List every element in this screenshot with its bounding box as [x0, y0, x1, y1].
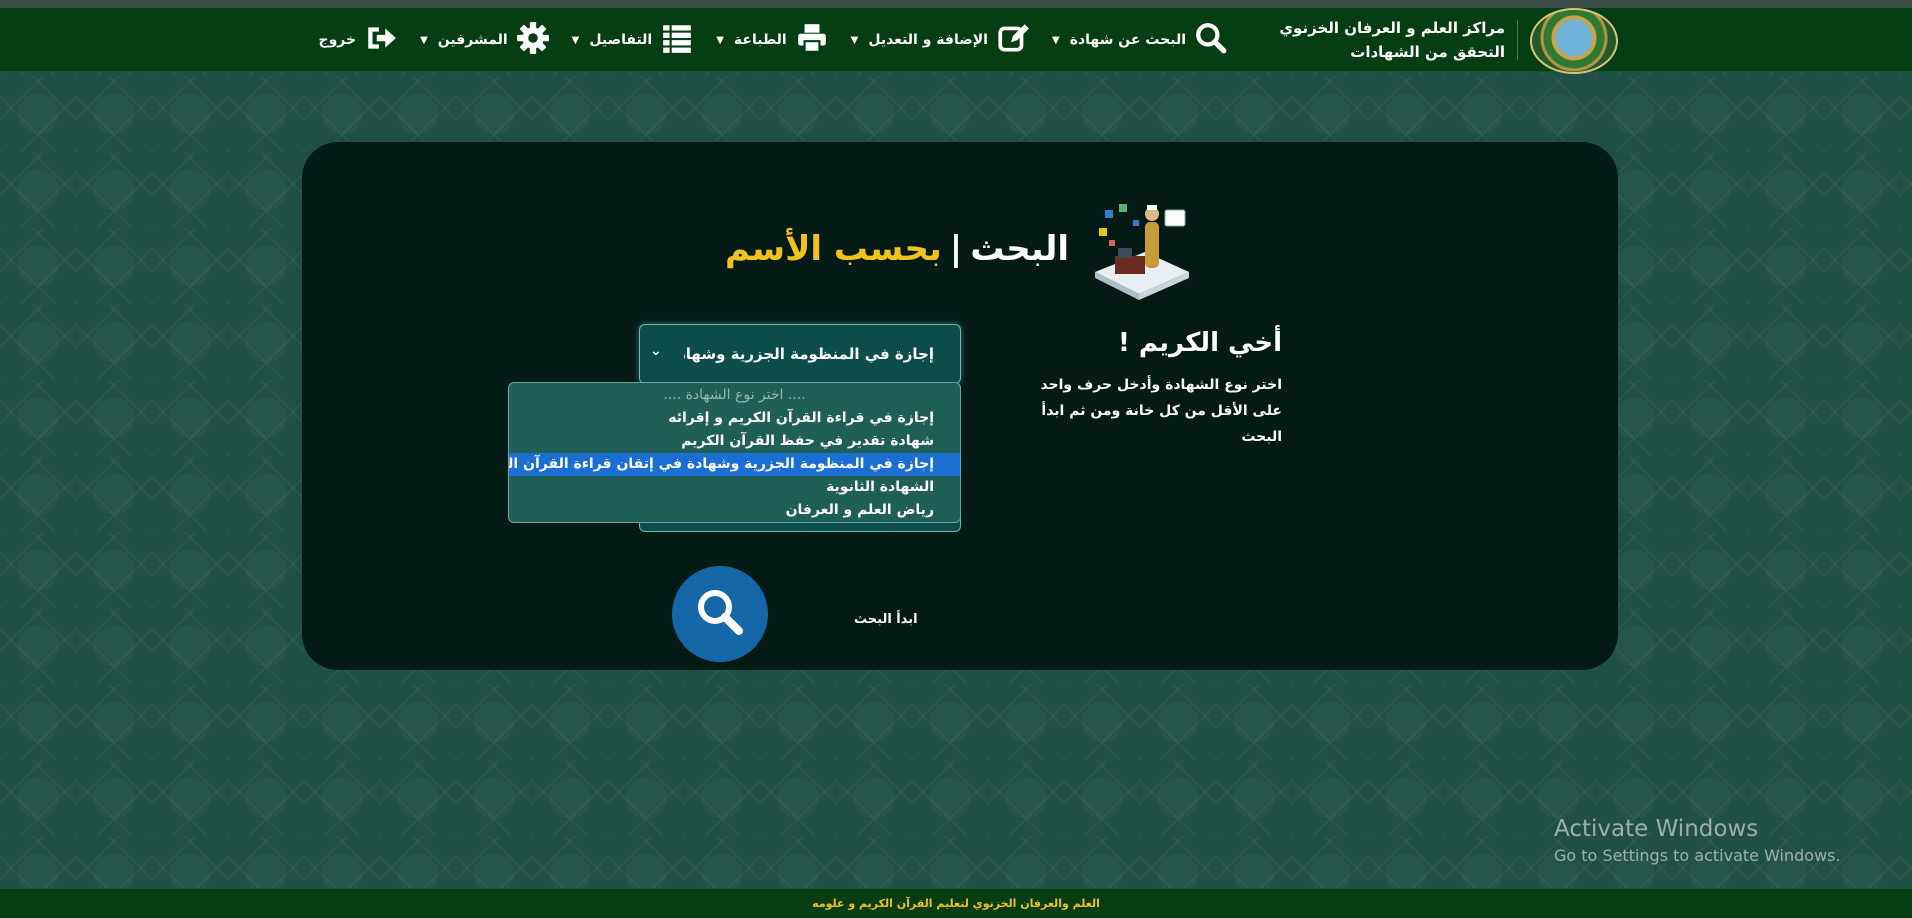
nav-label: المشرفين: [437, 32, 508, 48]
nav-details[interactable]: التفاصيل ▼: [572, 21, 695, 59]
caret-down-icon: ▼: [571, 34, 580, 46]
caret-down-icon: ▼: [1051, 34, 1060, 46]
certificate-type-dropdown: .... اختر نوع الشهادة .... إجازة في قراء…: [508, 382, 961, 523]
nav-supervisors[interactable]: المشرفين ▼: [420, 21, 550, 59]
organization-seal-logo: [1530, 8, 1618, 74]
heading-separator: |: [949, 229, 963, 269]
heading-text: البحث|بحسب الأسم: [725, 229, 1069, 269]
select-value: إجازة في المنظومة الجزرية وشهادة في إتقا…: [684, 345, 934, 363]
dropdown-option[interactable]: رياض العلم و العرفان: [509, 499, 960, 522]
greeting: أخي الكريم ! اختر نوع الشهادة وأدخل حرف …: [1032, 328, 1282, 450]
nav-add-edit[interactable]: الإضافة و التعديل ▼: [851, 21, 1030, 59]
greeting-text: اختر نوع الشهادة وأدخل حرف واحد على الأق…: [1040, 377, 1282, 445]
nav-printing[interactable]: الطباعة ▼: [716, 21, 828, 59]
start-search-label: ابدأ البحث: [854, 612, 918, 627]
dropdown-option[interactable]: شهادة تقدير في حفظ القرآن الكريم: [509, 430, 960, 453]
watermark-subtitle: Go to Settings to activate Windows.: [1554, 846, 1841, 865]
brand-title: مراكز العلم و العرفان الخزنوي: [1279, 19, 1505, 37]
heading-main: البحث: [970, 229, 1069, 269]
list-icon: [660, 21, 694, 59]
certificate-type-select[interactable]: إجازة في المنظومة الجزرية وشهادة في إتقا…: [639, 324, 961, 384]
dropdown-option-placeholder[interactable]: .... اختر نوع الشهادة ....: [509, 384, 960, 407]
caret-down-icon: ▼: [420, 34, 428, 46]
nav-label: التفاصيل: [589, 32, 653, 48]
navbar: مراكز العلم و العرفان الخزنوي التحقق من …: [0, 8, 1912, 74]
nav-logout[interactable]: خروج: [318, 21, 398, 59]
teacher-illustration-icon: [1085, 194, 1195, 304]
dropdown-option[interactable]: الشهادة الثانوية: [509, 476, 960, 499]
gear-icon: [516, 21, 550, 59]
nav-label: الطباعة: [733, 32, 787, 48]
footer-text: العلم والعرفان الخزنوي لتعليم القرآن الك…: [812, 897, 1100, 910]
brand-subtitle: التحقق من الشهادات: [1350, 43, 1505, 61]
brand[interactable]: مراكز العلم و العرفان الخزنوي التحقق من …: [1279, 8, 1618, 74]
printer-icon: [795, 21, 829, 59]
search-icon: [1194, 21, 1228, 59]
brand-divider: [1517, 20, 1518, 60]
watermark-title: Activate Windows: [1554, 816, 1759, 842]
dropdown-option-selected[interactable]: إجازة في المنظومة الجزرية وشهادة في إتقا…: [509, 453, 960, 476]
main-nav: البحث عن شهادة ▼ الإضافة و التعديل ▼ الط…: [318, 8, 1228, 72]
search-card: البحث|بحسب الأسم أخي الكريم ! اختر نوع ا…: [302, 142, 1618, 670]
logout-icon: [364, 21, 398, 59]
start-search-button[interactable]: [672, 566, 768, 662]
brand-text: مراكز العلم و العرفان الخزنوي التحقق من …: [1279, 16, 1505, 64]
search-icon: [694, 586, 746, 642]
edit-icon: [996, 21, 1030, 59]
dropdown-option[interactable]: إجازة في قراءة القرآن الكريم و إقرائه: [509, 407, 960, 430]
top-strip: [0, 0, 1912, 8]
nav-label: خروج: [318, 32, 357, 48]
heading-accent: بحسب الأسم: [725, 229, 942, 269]
greeting-title: أخي الكريم !: [1117, 328, 1282, 358]
nav-label: البحث عن شهادة: [1069, 32, 1186, 48]
windows-activation-watermark: Activate Windows Go to Settings to activ…: [1554, 816, 1841, 865]
footer: العلم والعرفان الخزنوي لتعليم القرآن الك…: [0, 888, 1912, 918]
caret-down-icon: ▼: [716, 34, 724, 46]
chevron-down-icon: ⌄: [650, 343, 662, 359]
nav-label: الإضافة و التعديل: [868, 32, 988, 48]
page-title: البحث|بحسب الأسم: [302, 194, 1618, 304]
caret-down-icon: ▼: [850, 34, 859, 46]
nav-search-certificate[interactable]: البحث عن شهادة ▼: [1052, 21, 1228, 59]
